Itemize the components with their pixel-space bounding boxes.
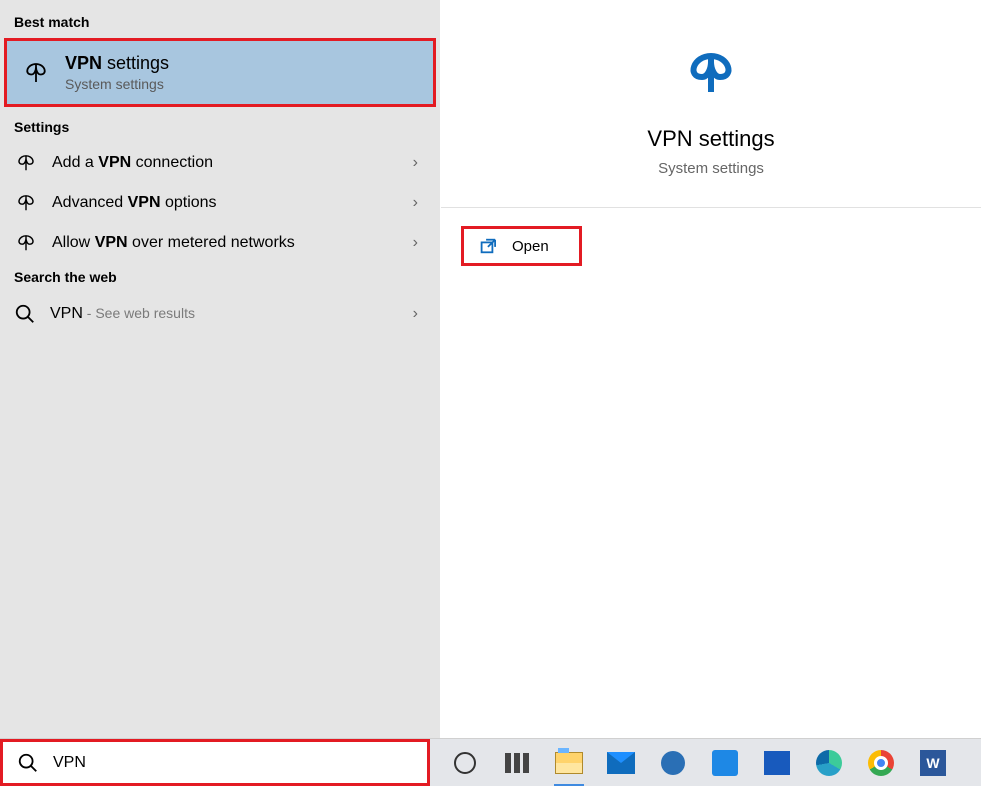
settings-item-advanced-vpn-options[interactable]: Advanced VPN options › — [0, 183, 440, 223]
best-match-text: VPN settings System settings — [65, 53, 169, 92]
vpn-icon — [21, 61, 51, 85]
open-button-label: Open — [512, 238, 549, 255]
chevron-right-icon: › — [413, 234, 426, 252]
section-best-match-label: Best match — [0, 8, 440, 38]
chevron-right-icon: › — [413, 154, 426, 172]
best-match-title: VPN settings — [65, 53, 169, 74]
cortana-icon[interactable] — [450, 748, 480, 778]
dell-icon[interactable] — [658, 748, 688, 778]
open-external-icon — [478, 237, 496, 255]
taskbar-tray: W — [430, 739, 981, 786]
details-hero: VPN settings System settings — [441, 0, 981, 208]
search-icon — [14, 303, 36, 325]
chrome-icon[interactable] — [866, 748, 896, 778]
taskbar-search[interactable] — [0, 739, 430, 786]
vpn-icon — [14, 193, 38, 213]
vpn-icon — [14, 233, 38, 253]
details-title: VPN settings — [647, 126, 774, 152]
web-result-label: VPN - See web results — [50, 305, 399, 323]
best-match-result[interactable]: VPN settings System settings — [4, 38, 436, 107]
best-match-subtitle: System settings — [65, 76, 169, 92]
file-explorer-icon[interactable] — [554, 748, 584, 778]
details-actions: Open — [441, 208, 981, 284]
app-icon-2[interactable] — [762, 748, 792, 778]
open-button[interactable]: Open — [461, 226, 582, 266]
word-icon[interactable]: W — [918, 748, 948, 778]
chevron-right-icon: › — [413, 305, 426, 323]
main-area: Best match VPN settings System settings … — [0, 0, 981, 738]
app-icon-1[interactable] — [710, 748, 740, 778]
task-view-icon[interactable] — [502, 748, 532, 778]
section-settings-label: Settings — [0, 113, 440, 143]
mail-icon[interactable] — [606, 748, 636, 778]
taskbar: W — [0, 738, 981, 786]
details-subtitle: System settings — [658, 160, 764, 177]
edge-icon[interactable] — [814, 748, 844, 778]
window: Best match VPN settings System settings … — [0, 0, 981, 786]
vpn-icon — [681, 50, 741, 98]
taskbar-search-input[interactable] — [53, 754, 413, 772]
settings-item-label: Advanced VPN options — [52, 194, 399, 212]
chevron-right-icon: › — [413, 194, 426, 212]
settings-item-label: Allow VPN over metered networks — [52, 234, 399, 252]
settings-item-allow-vpn-metered[interactable]: Allow VPN over metered networks › — [0, 223, 440, 263]
results-panel: Best match VPN settings System settings … — [0, 0, 440, 738]
vpn-icon — [14, 153, 38, 173]
settings-item-label: Add a VPN connection — [52, 154, 399, 172]
search-icon — [17, 752, 39, 774]
details-panel: VPN settings System settings Open — [440, 0, 981, 738]
settings-item-add-vpn-connection[interactable]: Add a VPN connection › — [0, 143, 440, 183]
section-web-label: Search the web — [0, 263, 440, 293]
web-result-vpn[interactable]: VPN - See web results › — [0, 293, 440, 335]
